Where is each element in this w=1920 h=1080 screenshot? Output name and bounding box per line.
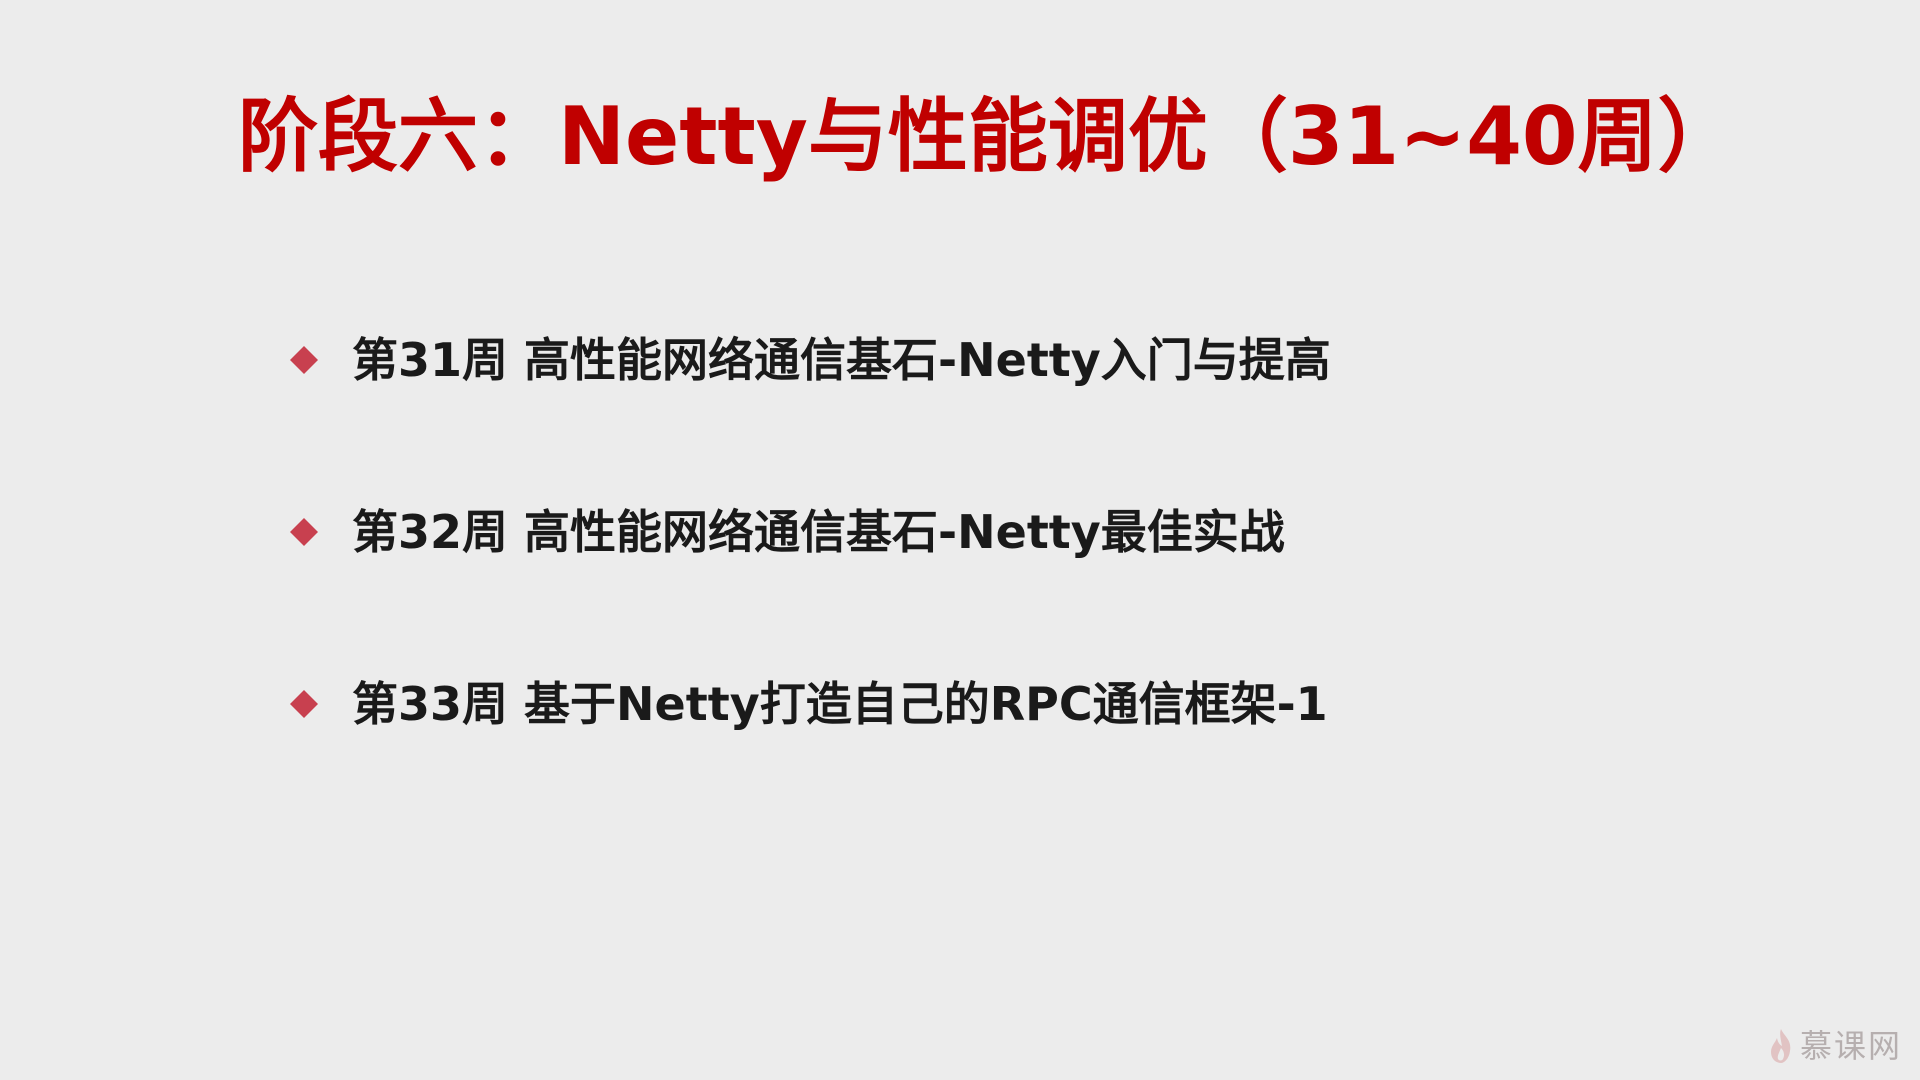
slide: 阶段六：Netty与性能调优（31~40周） 第31周 高性能网络通信基石-Ne… [0, 0, 1920, 1080]
list-item: 第33周 基于Netty打造自己的RPC通信框架-1 [290, 664, 1328, 744]
diamond-bullet-icon [290, 346, 318, 374]
watermark-logo: 慕课网 [1768, 1026, 1902, 1066]
bullet-text: 第31周 高性能网络通信基石-Netty入门与提高 [352, 333, 1331, 387]
watermark-text: 慕课网 [1799, 1027, 1902, 1065]
list-item: 第31周 高性能网络通信基石-Netty入门与提高 [290, 320, 1331, 400]
flame-logo-icon [1770, 1029, 1791, 1063]
diamond-bullet-icon [290, 518, 318, 546]
slide-title: 阶段六：Netty与性能调优（31~40周） [238, 90, 1738, 183]
bullet-text: 第33周 基于Netty打造自己的RPC通信框架-1 [352, 677, 1328, 731]
bullet-text: 第32周 高性能网络通信基石-Netty最佳实战 [352, 505, 1285, 559]
list-item: 第32周 高性能网络通信基石-Netty最佳实战 [290, 492, 1285, 572]
diamond-bullet-icon [290, 690, 318, 718]
